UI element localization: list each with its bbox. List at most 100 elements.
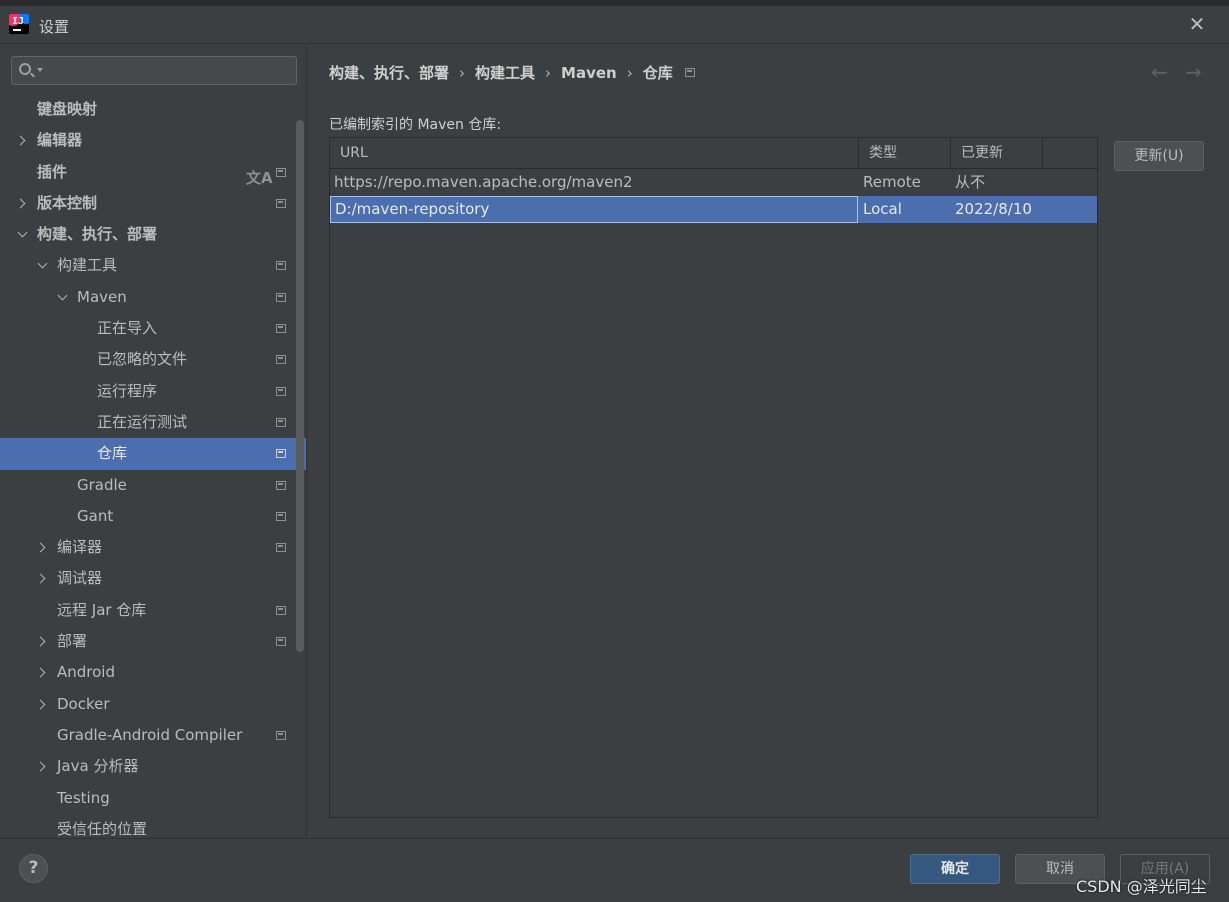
sidebar-item-version-control[interactable]: 版本控制 — [0, 188, 296, 219]
project-scope-icon — [276, 261, 286, 271]
sidebar-item-deployment[interactable]: 部署 — [0, 626, 296, 657]
sidebar-item-importing[interactable]: 正在导入 — [0, 313, 296, 344]
project-scope-icon — [276, 449, 286, 459]
repositories-table: URL 类型 已更新 https://repo.maven.apache.org… — [329, 137, 1098, 818]
chevron-down-icon[interactable] — [17, 227, 28, 238]
chevron-right-icon[interactable] — [35, 636, 46, 647]
sidebar-item-label: Gradle-Android Compiler — [57, 725, 243, 744]
chevron-down-icon[interactable] — [37, 259, 48, 269]
sidebar-item-testing[interactable]: Testing — [0, 783, 296, 814]
cell-updated: 从不 — [955, 173, 986, 191]
chevron-down-icon[interactable] — [57, 290, 68, 301]
sidebar-item-label: 仓库 — [97, 444, 128, 463]
sidebar-item-label: 键盘映射 — [37, 100, 98, 118]
sidebar-item-label: Gant — [77, 506, 114, 525]
update-button[interactable]: 更新(U) — [1114, 141, 1204, 171]
project-scope-icon — [276, 292, 286, 302]
project-scope-icon — [276, 324, 286, 334]
sidebar-item-label: 编译器 — [57, 538, 103, 557]
cell-updated: 2022/8/10 — [955, 200, 1032, 218]
project-scope-icon — [276, 543, 286, 553]
project-scope-icon — [276, 386, 286, 396]
chevron-right-icon: › — [626, 63, 633, 82]
sidebar-item-gant[interactable]: Gant — [0, 501, 296, 532]
chevron-right-icon[interactable] — [35, 574, 46, 584]
sidebar-item-label: 构建、执行、部署 — [37, 225, 158, 244]
sidebar-item-java-profiler[interactable]: Java 分析器 — [0, 751, 296, 782]
ok-button[interactable]: 确定 — [910, 854, 1000, 884]
breadcrumb-item[interactable]: 构建工具 — [475, 62, 535, 83]
table-row-selected[interactable]: D:/maven-repository Local 2022/8/10 — [330, 196, 1097, 223]
sidebar-item-label: 编辑器 — [37, 131, 83, 150]
chevron-right-icon[interactable] — [35, 699, 46, 710]
column-header-url[interactable]: URL — [330, 138, 859, 169]
breadcrumb-item[interactable]: 构建、执行、部署 — [329, 62, 449, 83]
sidebar-item-label: 已忽略的文件 — [97, 350, 188, 369]
project-scope-icon — [276, 480, 286, 490]
cell-url: https://repo.maven.apache.org/maven2 — [334, 173, 633, 191]
sidebar-item-maven[interactable]: Maven — [0, 282, 296, 313]
section-label: 已编制索引的 Maven 仓库: — [329, 117, 502, 133]
sidebar-item-label: Android — [57, 663, 115, 682]
sidebar-item-label: 调试器 — [57, 569, 103, 588]
chevron-right-icon[interactable] — [35, 542, 46, 553]
cell-url: D:/maven-repository — [330, 196, 858, 223]
table-header: URL 类型 已更新 — [330, 138, 1097, 169]
sidebar-item-repositories[interactable]: 仓库 — [0, 438, 306, 470]
project-scope-icon — [276, 605, 286, 615]
sidebar-item-running-tests[interactable]: 正在运行测试 — [0, 407, 296, 438]
settings-sidebar: 键盘映射 编辑器 插件 文A 版本控制 构建、执行、部署 构建工具 Maven — [0, 44, 307, 838]
project-scope-icon — [276, 417, 286, 427]
sidebar-item-label: Testing — [57, 788, 110, 807]
back-arrow-icon[interactable]: ← — [1151, 60, 1168, 84]
sidebar-item-gradle[interactable]: Gradle — [0, 470, 296, 501]
sidebar-item-build-tools[interactable]: 构建工具 — [0, 250, 296, 281]
table-row[interactable]: https://repo.maven.apache.org/maven2 Rem… — [330, 169, 1097, 196]
sidebar-item-android[interactable]: Android — [0, 657, 296, 688]
watermark: CSDN @泽光同尘 — [1076, 877, 1207, 896]
sidebar-item-editor[interactable]: 编辑器 — [0, 125, 296, 156]
column-header-updated[interactable]: 已更新 — [951, 138, 1043, 169]
project-scope-icon — [276, 198, 286, 208]
sidebar-item-gradle-android-compiler[interactable]: Gradle-Android Compiler — [0, 720, 296, 751]
window-title: 设置 — [39, 18, 70, 36]
help-icon[interactable]: ? — [19, 854, 48, 883]
settings-search[interactable] — [11, 56, 297, 85]
dialog-footer: ? 确定 取消 应用(A) CSDN @泽光同尘 — [0, 838, 1229, 902]
sidebar-item-label: 运行程序 — [97, 381, 158, 400]
forward-arrow-icon[interactable]: → — [1185, 60, 1202, 84]
breadcrumb: 构建、执行、部署 › 构建工具 › Maven › 仓库 — [329, 62, 695, 82]
project-scope-icon — [276, 637, 286, 647]
cell-type: Local — [863, 200, 902, 218]
sidebar-item-plugins[interactable]: 插件 文A — [0, 157, 296, 188]
chevron-down-icon[interactable] — [37, 68, 43, 72]
project-scope-icon — [276, 511, 286, 521]
sidebar-item-debugger[interactable]: 调试器 — [0, 563, 296, 594]
chevron-right-icon[interactable] — [35, 667, 46, 678]
sidebar-item-label: 版本控制 — [37, 193, 98, 212]
breadcrumb-item[interactable]: Maven — [561, 64, 617, 82]
sidebar-item-docker[interactable]: Docker — [0, 689, 296, 720]
sidebar-item-label: Maven — [77, 287, 127, 306]
search-icon[interactable] — [19, 63, 31, 75]
column-header-type[interactable]: 类型 — [859, 138, 951, 169]
sidebar-item-remote-jar-repositories[interactable]: 远程 Jar 仓库 — [0, 595, 296, 626]
sidebar-item-label: Java 分析器 — [57, 757, 139, 776]
breadcrumb-item-current: 仓库 — [642, 64, 673, 82]
close-icon[interactable]: ✕ — [1187, 14, 1207, 34]
sidebar-item-trusted-locations[interactable]: 受信任的位置 — [0, 814, 296, 838]
project-scope-icon — [684, 68, 695, 77]
search-input[interactable] — [46, 57, 294, 84]
settings-tree: 键盘映射 编辑器 插件 文A 版本控制 构建、执行、部署 构建工具 Maven — [0, 94, 306, 838]
sidebar-item-runner[interactable]: 运行程序 — [0, 376, 296, 407]
sidebar-item-ignored-files[interactable]: 已忽略的文件 — [0, 344, 296, 375]
sidebar-scrollbar[interactable] — [296, 120, 304, 652]
sidebar-item-compiler[interactable]: 编译器 — [0, 532, 296, 563]
sidebar-item-build-execution-deployment[interactable]: 构建、执行、部署 — [0, 219, 296, 250]
chevron-right-icon[interactable] — [15, 198, 26, 209]
sidebar-item-label: 插件 — [37, 162, 68, 181]
cell-type: Remote — [863, 173, 921, 191]
sidebar-item-keymap[interactable]: 键盘映射 — [0, 94, 296, 125]
chevron-right-icon[interactable] — [35, 761, 46, 772]
chevron-right-icon[interactable] — [15, 135, 26, 146]
